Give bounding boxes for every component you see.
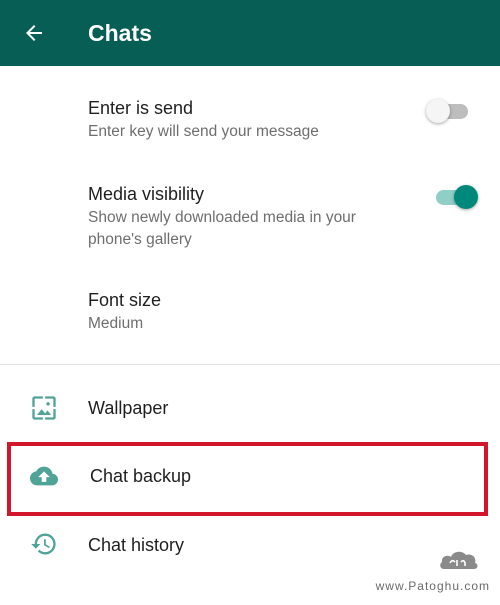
setting-title: Font size: [88, 290, 162, 310]
page-title: Chats: [88, 20, 152, 46]
item-wallpaper[interactable]: Wallpaper: [0, 372, 500, 444]
enter-is-send-switch[interactable]: [426, 95, 472, 127]
setting-subtitle: Show newly downloaded media in your phon…: [88, 209, 356, 248]
back-button[interactable]: [14, 13, 54, 53]
chats-settings-screen: Chats Enter is send Enter key will send …: [0, 0, 500, 605]
app-bar: Chats: [0, 0, 500, 66]
highlight-box: [7, 442, 488, 516]
setting-font-size[interactable]: Font size Medium: [0, 262, 500, 364]
setting-title: Media visibility: [88, 184, 205, 204]
item-label: Chat history: [88, 535, 185, 555]
watermark-logo-icon: [440, 551, 478, 569]
media-visibility-switch[interactable]: [432, 181, 478, 213]
switch-thumb: [426, 99, 450, 123]
setting-media-visibility[interactable]: Media visibility Show newly downloaded m…: [0, 152, 500, 262]
switch-thumb: [454, 185, 478, 209]
wallpaper-icon: [32, 396, 56, 420]
setting-title: Enter is send: [88, 98, 194, 118]
section-divider: [0, 364, 500, 365]
watermark: www.Patoghu.com: [342, 543, 492, 599]
setting-subtitle: Enter key will send your message: [88, 123, 319, 140]
setting-enter-is-send[interactable]: Enter is send Enter key will send your m…: [0, 66, 500, 152]
arrow-back-icon: [26, 25, 42, 41]
history-icon: [31, 533, 56, 555]
watermark-text: www.Patoghu.com: [375, 579, 490, 593]
item-label: Wallpaper: [88, 398, 169, 418]
setting-subtitle: Medium: [88, 315, 144, 332]
